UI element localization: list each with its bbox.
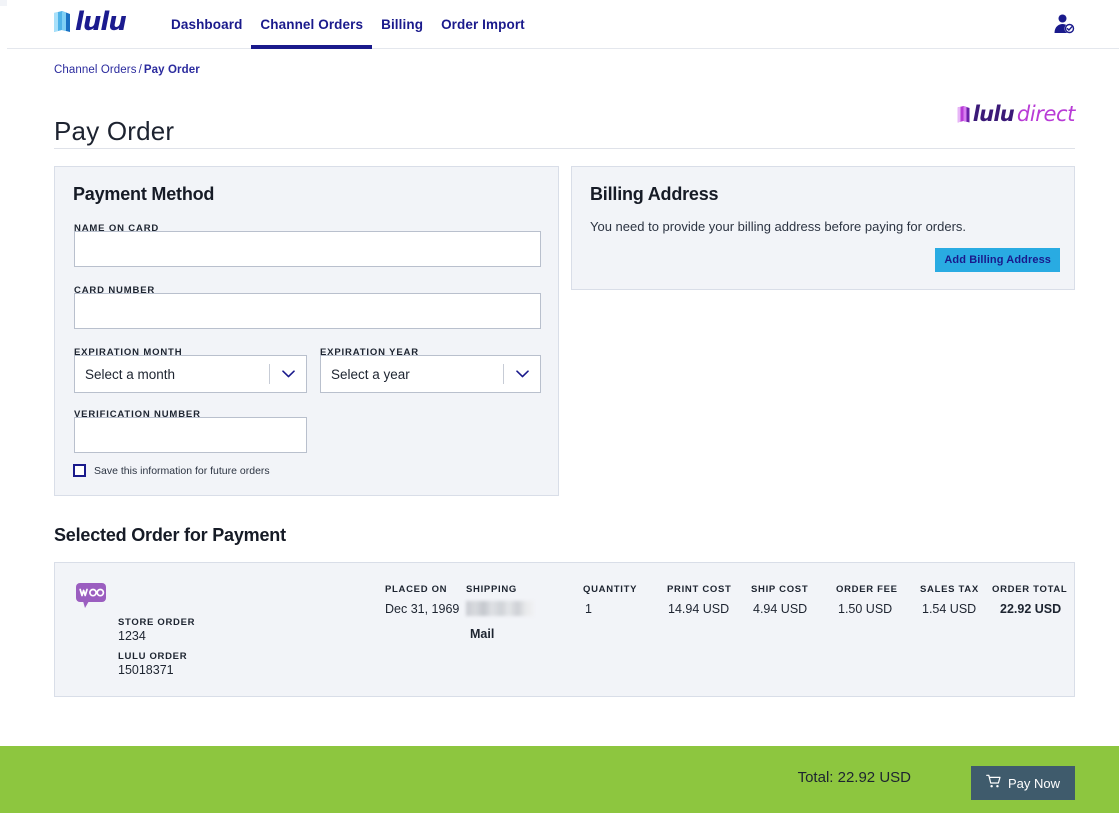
nav-links: Dashboard Channel Orders Billing Order I… (162, 0, 534, 49)
nav-link-channel-orders[interactable]: Channel Orders (251, 0, 373, 49)
column-header-placed-on: PLACED ON (385, 584, 448, 595)
expiration-month-select[interactable]: Select a month (74, 355, 307, 393)
name-on-card-input[interactable] (74, 231, 541, 267)
save-info-checkbox[interactable] (73, 464, 86, 477)
redacted-shipping-value (466, 601, 534, 616)
billing-address-message: You need to provide your billing address… (590, 219, 967, 234)
chevron-down-icon (270, 370, 306, 378)
page-root: lulu Dashboard Channel Orders Billing Or… (0, 0, 1119, 813)
nav-link-order-import[interactable]: Order Import (432, 0, 534, 49)
account-user-icon[interactable] (1052, 12, 1076, 36)
selected-order-heading: Selected Order for Payment (54, 525, 286, 545)
column-header-ship-cost: SHIP COST (751, 584, 809, 595)
store-order-value: 1234 (118, 629, 146, 643)
column-header-shipping: SHIPPING (466, 584, 517, 595)
column-header-order-total: ORDER TOTAL (992, 584, 1068, 595)
footer-total-label: Total: 22.92 USD (797, 769, 911, 786)
shopping-cart-icon (986, 774, 1001, 792)
card-number-input[interactable] (74, 293, 541, 329)
verification-number-input[interactable] (74, 417, 307, 453)
column-header-quantity: QUANTITY (583, 584, 638, 595)
expiration-year-select[interactable]: Select a year (320, 355, 541, 393)
lulu-book-icon (52, 10, 72, 34)
cell-print-cost: 14.94 USD (668, 602, 730, 616)
chevron-down-icon (504, 370, 540, 378)
store-order-label: STORE ORDER (118, 617, 196, 628)
cell-sales-tax: 1.54 USD (922, 602, 977, 616)
breadcrumb-current: Pay Order (143, 64, 200, 76)
nav-link-dashboard[interactable]: Dashboard (162, 0, 251, 49)
cell-shipping: Mail (470, 627, 495, 641)
pay-now-button-label: Pay Now (1007, 775, 1060, 791)
lulu-order-value: 15018371 (118, 663, 174, 677)
breadcrumb: Channel Orders / Pay Order (54, 64, 200, 76)
cell-quantity: 1 (585, 602, 592, 616)
save-info-checkbox-label: Save this information for future orders (94, 464, 270, 477)
payment-method-heading: Payment Method (73, 184, 215, 204)
lulu-order-label: LULU ORDER (118, 651, 188, 662)
pay-now-button[interactable]: Pay Now (970, 766, 1075, 800)
cell-ship-cost: 4.94 USD (753, 602, 808, 616)
nav-link-billing[interactable]: Billing (372, 0, 432, 49)
cell-placed-on: Dec 31, 1969 (385, 602, 460, 616)
billing-address-card: Billing Address You need to provide your… (571, 166, 1075, 290)
page-title: Pay Order (54, 116, 175, 147)
lulu-direct-word-lulu: lulu (972, 102, 1015, 126)
lulu-brand-logo[interactable]: lulu (52, 7, 127, 37)
top-navbar: lulu Dashboard Channel Orders Billing Or… (7, 0, 1119, 49)
selected-order-card (54, 562, 1075, 697)
breadcrumb-link-channel-orders[interactable]: Channel Orders (54, 64, 137, 76)
expiration-month-value: Select a month (85, 366, 176, 382)
billing-address-heading: Billing Address (590, 184, 719, 204)
expiration-year-value: Select a year (331, 366, 410, 382)
cell-order-fee: 1.50 USD (838, 602, 893, 616)
lulu-direct-logo: lulu direct (956, 102, 1075, 126)
column-header-sales-tax: SALES TAX (920, 584, 979, 595)
breadcrumb-separator: / (138, 64, 142, 76)
title-divider (54, 148, 1075, 149)
payment-footer-bar (0, 746, 1119, 813)
column-header-order-fee: ORDER FEE (836, 584, 898, 595)
lulu-direct-word-direct: direct (1016, 102, 1076, 126)
payment-method-card: Payment Method NAME ON CARD CARD NUMBER … (54, 166, 559, 496)
add-billing-address-button[interactable]: Add Billing Address (935, 248, 1060, 272)
save-info-checkbox-row[interactable]: Save this information for future orders (73, 464, 270, 477)
lulu-brand-word: lulu (75, 7, 127, 37)
lulu-direct-book-icon (956, 105, 971, 124)
woocommerce-icon (76, 583, 106, 609)
column-header-print-cost: PRINT COST (667, 584, 732, 595)
cell-order-total: 22.92 USD (1000, 602, 1062, 616)
